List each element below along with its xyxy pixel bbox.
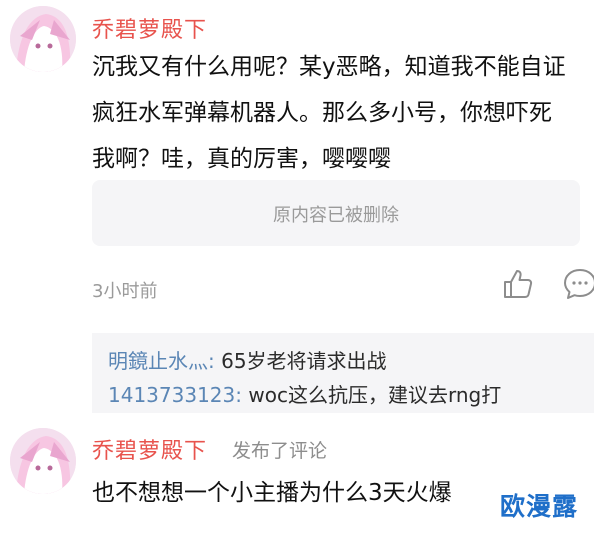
comment-bubble-icon — [564, 269, 594, 299]
comment-timestamp: 3小时前 — [92, 281, 158, 302]
reply-separator: : — [235, 383, 249, 407]
reply-text: 65岁老将请求出战 — [221, 349, 387, 373]
replies-preview[interactable]: 明鏡止水灬: 65岁老将请求出战 1413733123: woc这么抗压，建议去… — [92, 333, 594, 413]
deleted-content-notice: 原内容已被删除 — [273, 205, 399, 226]
comment-body: 沉我又有什么用呢？某y恶略，知道我不能自证 疯狂水军弹幕机器人。那么多小号，你想… — [92, 44, 592, 182]
reply-item[interactable]: 1413733123: woc这么抗压，建议去rng打 — [108, 379, 501, 408]
comment-username[interactable]: 乔碧萝殿下 — [92, 12, 207, 44]
like-button[interactable] — [500, 266, 536, 302]
quoted-content-box[interactable]: 原内容已被删除 — [92, 180, 580, 246]
user-avatar[interactable] — [10, 6, 76, 72]
reply-username[interactable]: 明鏡止水灬 — [108, 349, 208, 373]
comment-line: 疯狂水军弹幕机器人。那么多小号，你想吓死 — [92, 100, 552, 126]
post-action-label: 发布了评论 — [232, 440, 328, 462]
comment-line: 我啊？哇，真的厉害，嘤嘤嘤 — [92, 146, 391, 172]
comment-username[interactable]: 乔碧萝殿下 — [92, 433, 207, 465]
thumbs-up-icon — [504, 270, 533, 298]
user-avatar[interactable] — [10, 428, 76, 494]
anime-girl-avatar-icon — [10, 6, 76, 72]
reply-separator: : — [208, 349, 222, 373]
reply-text: woc这么抗压，建议去rng打 — [248, 383, 502, 407]
comment-feed: 乔碧萝殿下 沉我又有什么用呢？某y恶略，知道我不能自证 疯狂水军弹幕机器人。那么… — [0, 0, 594, 533]
comment-line: 沉我又有什么用呢？某y恶略，知道我不能自证 — [92, 54, 566, 80]
watermark: 欧漫露 — [499, 492, 578, 521]
reply-button[interactable] — [562, 266, 594, 302]
reply-username[interactable]: 1413733123 — [108, 383, 235, 407]
anime-girl-avatar-icon — [10, 428, 76, 494]
reply-item[interactable]: 明鏡止水灬: 65岁老将请求出战 — [108, 345, 387, 374]
